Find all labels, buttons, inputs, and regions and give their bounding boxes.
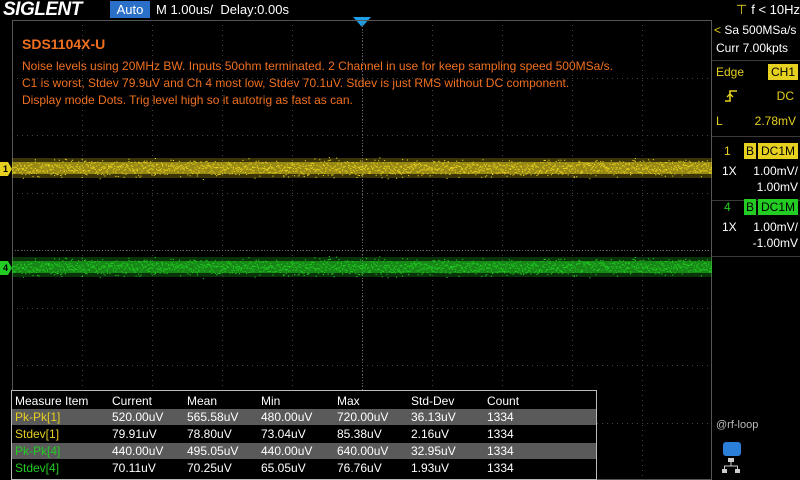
col-header-count: Count — [487, 394, 520, 408]
measurement-stddev: 1.93uV — [411, 461, 450, 475]
measurement-max: 720.00uV — [337, 410, 389, 424]
measurement-item: Pk-Pk[4] — [15, 444, 61, 458]
sample-rate-row: < Sa 500MSa/s — [712, 20, 800, 40]
trigger-mode-badge[interactable]: Auto — [110, 1, 150, 18]
measurement-mean: 495.05uV — [187, 444, 239, 458]
ch4-offset: -1.00mV — [752, 236, 798, 250]
measurement-current: 440.00uV — [112, 444, 164, 458]
right-info-panel: < Sa 500MSa/s Curr 7.00kpts Edge CH1 DC … — [712, 20, 800, 480]
measurement-current: 520.00uV — [112, 410, 164, 424]
measurement-item: Pk-Pk[1] — [15, 410, 61, 424]
network-icon — [722, 458, 740, 473]
measurement-stddev: 36.13uV — [411, 410, 456, 424]
ch1-trace — [12, 157, 712, 181]
ch1-info-header[interactable]: 1 B DC1M — [712, 141, 800, 161]
divider — [712, 136, 800, 137]
measurement-current: 70.11uV — [112, 461, 156, 475]
measurement-table[interactable]: Measure Item Current Mean Min Max Std-De… — [11, 390, 597, 480]
col-header-item: Measure Item — [15, 394, 89, 408]
ch1-offset: 1.00mV — [756, 180, 798, 194]
divider — [712, 60, 800, 61]
measurement-max: 85.38uV — [337, 427, 382, 441]
measurement-row: Pk-Pk[4] 440.00uV 495.05uV 440.00uV 640.00uV… — [12, 443, 596, 459]
trigger-slope-row[interactable]: DC — [712, 86, 800, 106]
measurement-stddev: 32.95uV — [411, 444, 456, 458]
measurement-max: 640.00uV — [337, 444, 389, 458]
delay-value: Delay:0.00s — [220, 2, 289, 17]
divider — [712, 256, 800, 257]
top-status-bar: SIGLENT Auto M 1.00us/ Delay:0.00s ⊤ f < … — [0, 0, 800, 27]
col-header-mean: Mean — [187, 394, 218, 408]
annotation-line-2: C1 is worst, Stdev 79.9uV and Ch 4 most … — [22, 76, 570, 90]
ch4-offset-row: -1.00mV — [712, 233, 800, 253]
ch4-coupling-badge: DC1M — [757, 199, 798, 215]
ch1-coupling-badge: DC1M — [757, 143, 798, 159]
col-header-current: Current — [112, 394, 153, 408]
ch4-marker-label: 4 — [2, 263, 8, 273]
trigger-coupling: DC — [776, 89, 794, 103]
watermark: @rf-loop — [716, 419, 759, 431]
annotation-line-1: Noise levels using 20MHz BW. Inputs 50oh… — [22, 59, 613, 73]
trigger-level-row[interactable]: L 2.78mV — [712, 111, 800, 131]
trigger-t-icon: ⊤ — [735, 2, 748, 17]
measurement-min: 440.00uV — [261, 444, 313, 458]
ch4-trace — [12, 256, 712, 280]
measurement-min: 480.00uV — [261, 410, 313, 424]
frequency-value: f < 10Hz — [751, 2, 800, 17]
measurement-max: 76.76uV — [337, 461, 382, 475]
ch1-bw-limit-badge: B — [744, 143, 757, 159]
trigger-level: 2.78mV — [754, 114, 796, 128]
col-header-max: Max — [337, 394, 360, 408]
annotation-title: SDS1104X-U — [22, 36, 106, 52]
measurement-row: Stdev[4] 70.11uV 70.25uV 65.05uV 76.76uV 1.93… — [12, 460, 596, 476]
col-header-stddev: Std-Dev — [411, 394, 455, 408]
measurement-count: 1334 — [487, 427, 514, 441]
siglent-logo: SIGLENT — [3, 0, 82, 20]
measurement-item: Stdev[1] — [15, 427, 60, 441]
ch1-offset-row: 1.00mV — [712, 177, 800, 197]
ch1-number: 1 — [724, 144, 731, 158]
measurement-header-row: Measure Item Current Mean Min Max Std-De… — [12, 393, 596, 409]
sample-rate-arrow-icon: < — [714, 23, 722, 37]
trigger-source: CH1 — [767, 64, 798, 80]
rising-edge-icon — [725, 90, 737, 102]
timebase-value: M 1.00us/ — [156, 2, 214, 17]
measurement-mean: 565.58uV — [187, 410, 239, 424]
trigger-type: Edge — [716, 65, 745, 79]
timebase-readout[interactable]: M 1.00us/ Delay:0.00s — [156, 1, 289, 19]
measurement-count: 1334 — [487, 461, 514, 475]
measurement-current: 79.91uV — [112, 427, 157, 441]
frequency-counter: ⊤ f < 10Hz — [712, 1, 800, 19]
ch4-number: 4 — [724, 200, 731, 214]
sample-rate: Sa 500MSa/s — [724, 23, 797, 37]
measurement-stddev: 2.16uV — [411, 427, 450, 441]
ch4-bw-limit-badge: B — [744, 199, 757, 215]
usb-icon — [723, 442, 741, 456]
measurement-count: 1334 — [487, 444, 514, 458]
trigger-type-row[interactable]: Edge CH1 — [712, 62, 800, 82]
measurement-row: Pk-Pk[1] 520.00uV 565.58uV 480.00uV 720.00uV… — [12, 409, 596, 425]
annotation-line-3: Display mode Dots. Trig level high so it… — [22, 93, 353, 107]
measurement-mean: 78.80uV — [187, 427, 232, 441]
col-header-min: Min — [261, 394, 281, 408]
measurement-count: 1334 — [487, 410, 514, 424]
measurement-mean: 70.25uV — [187, 461, 232, 475]
measurement-min: 73.04uV — [261, 427, 306, 441]
measurement-item: Stdev[4] — [15, 461, 60, 475]
measurement-min: 65.05uV — [261, 461, 306, 475]
trigger-level-label: L — [716, 114, 723, 128]
ch4-info-header[interactable]: 4 B DC1M — [712, 197, 800, 217]
memory-depth: Curr 7.00kpts — [716, 41, 789, 55]
ch1-marker-label: 1 — [2, 164, 8, 174]
measurement-row: Stdev[1] 79.91uV 78.80uV 73.04uV 85.38uV 2.16… — [12, 426, 596, 442]
